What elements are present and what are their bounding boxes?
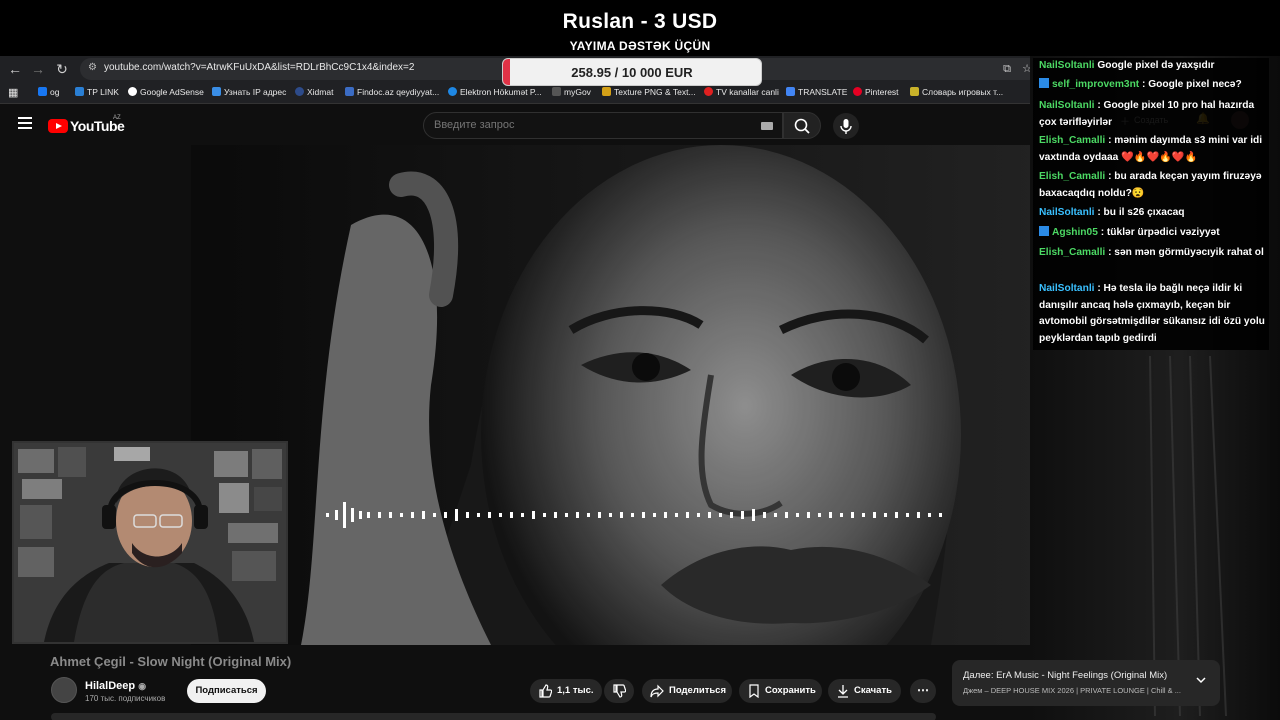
donation-banner: Ruslan - 3 USD YAYIMA DƏSTƏK ÜÇÜN (0, 0, 1280, 56)
thumbs-up-icon (539, 684, 552, 698)
search-button[interactable] (783, 112, 821, 139)
up-next-title: Далее: ErA Music - Night Feelings (Origi… (963, 670, 1168, 681)
bookmark-item[interactable]: Xidmat (295, 87, 333, 97)
bookmark-item[interactable]: Texture PNG & Text... (602, 87, 696, 97)
description-box[interactable] (51, 713, 936, 720)
like-count: 1,1 тыс. (557, 685, 594, 696)
donation-title: Ruslan - 3 USD (562, 10, 718, 33)
donation-goal-text: 258.95 / 10 000 EUR (571, 65, 693, 80)
keyboard-icon[interactable] (761, 122, 773, 130)
bookmark-item[interactable]: Узнать IP адрес (212, 87, 286, 97)
like-button[interactable]: 1,1 тыс. (530, 679, 602, 703)
subscribe-button[interactable]: Подписаться (187, 679, 266, 703)
bookmark-item[interactable]: TRANSLATE (786, 87, 847, 97)
voice-search-button[interactable] (833, 113, 859, 139)
egov-icon (448, 87, 457, 96)
facebook-icon (38, 87, 47, 96)
bookmark-item[interactable]: Google AdSense (128, 87, 204, 97)
chat-message: NailSoltanli : bu il s26 çıxacaq (1039, 207, 1185, 218)
google-icon (128, 87, 137, 96)
subscriber-count: 170 тыс. подписчиков (85, 694, 166, 703)
dislike-button[interactable] (604, 679, 634, 703)
badge-icon (1039, 78, 1049, 88)
badge-icon (1039, 226, 1049, 236)
more-options-icon[interactable]: ⋯ (910, 679, 936, 703)
audio-waveform (326, 502, 942, 528)
save-button[interactable]: Сохранить (739, 679, 822, 703)
xidmat-icon (295, 87, 304, 96)
search-icon (794, 118, 810, 134)
bookmark-item[interactable]: myGov (552, 87, 591, 97)
chevron-down-icon[interactable] (1195, 674, 1207, 686)
translate-icon (786, 87, 795, 96)
pinterest-icon (853, 87, 862, 96)
country-code: AZ (113, 115, 121, 121)
apps-grid-icon[interactable]: ▦ (8, 86, 18, 99)
bookmark-item[interactable]: og (38, 87, 59, 97)
chat-message: NailSoltanli : Hə tesla ilə bağlı neçə i… (1039, 283, 1265, 344)
findoc-icon (345, 87, 354, 96)
download-button[interactable]: Скачать (828, 679, 901, 703)
youtube-play-icon (48, 119, 68, 133)
channel-avatar[interactable] (51, 677, 77, 703)
chat-message: NailSoltanli Google pixel də yaxşıdır (1039, 60, 1215, 71)
save-bookmark-icon (749, 684, 759, 698)
search-input[interactable] (434, 119, 734, 131)
screen: Ruslan - 3 USD YAYIMA DƏSTƏK ÜÇÜN ← → ↻ … (0, 0, 1280, 720)
chat-message: Elish_Camalli : bu arada keçən yayım fir… (1039, 171, 1262, 199)
chat-message: Elish_Camalli : mənim dayımda s3 mini va… (1039, 135, 1263, 163)
tv-icon (704, 87, 713, 96)
webcam-overlay (12, 441, 288, 644)
chat-message: Agshin05 : tüklər ürpədici vəziyyət (1039, 225, 1265, 242)
back-arrow-icon[interactable]: ← (6, 60, 24, 78)
reload-icon[interactable]: ↻ (53, 60, 71, 78)
thumbs-down-icon (613, 684, 626, 698)
bookmark-item[interactable]: TV kanallar canli (704, 87, 779, 97)
hamburger-menu-icon[interactable] (18, 117, 32, 129)
donation-goal-bar: 258.95 / 10 000 EUR (502, 58, 762, 86)
search-box[interactable] (423, 112, 783, 139)
tplink-icon (75, 87, 84, 96)
channel-name[interactable]: HilalDeep ◉ (85, 680, 146, 692)
donation-subtitle: YAYIMA DƏSTƏK ÜÇÜN (569, 39, 711, 53)
video-frame-portrait (191, 145, 1079, 645)
up-next-subtitle: Джем – DEEP HOUSE MIX 2026 | PRIVATE LOU… (963, 686, 1181, 695)
bookmark-item[interactable]: TP LINK (75, 87, 119, 97)
verified-icon: ◉ (138, 681, 147, 691)
video-player[interactable] (191, 145, 1079, 645)
forward-arrow-icon[interactable]: → (29, 60, 47, 78)
share-label: Поделиться (669, 685, 727, 696)
share-button[interactable]: Поделиться (642, 679, 732, 703)
video-title: Ahmet Çegil - Slow Night (Original Mix) (50, 654, 292, 669)
bookmark-item[interactable]: Findoc.az qeydiyyat... (345, 87, 439, 97)
up-next-card[interactable]: Далее: ErA Music - Night Feelings (Origi… (952, 660, 1220, 706)
bookmark-item[interactable]: Elektron Hökumət P... (448, 87, 542, 97)
ip-icon (212, 87, 221, 96)
download-label: Скачать (854, 685, 892, 696)
chat-message: Elish_Camalli : sən mən görmüyəcıyik rah… (1039, 247, 1264, 258)
share-icon (650, 684, 664, 698)
stream-chat: NailSoltanli Google pixel də yaxşıdır se… (1033, 58, 1269, 350)
install-icon[interactable]: ⧉ (998, 60, 1016, 78)
chat-message: NailSoltanli : Google pixel 10 pro hal h… (1039, 100, 1255, 128)
url-text[interactable]: youtube.com/watch?v=AtrwKFuUxDA&list=RDL… (104, 62, 414, 73)
download-icon (838, 685, 848, 698)
microphone-icon (840, 119, 852, 134)
site-info-icon[interactable]: ⚙ (88, 63, 98, 73)
dictionary-icon (910, 87, 919, 96)
bookmark-item[interactable]: Pinterest (853, 87, 899, 97)
mygov-icon (552, 87, 561, 96)
save-label: Сохранить (765, 685, 816, 696)
chat-message: self_improvem3nt : Google pixel necə? (1039, 77, 1265, 94)
streamer-webcam-image (14, 443, 286, 642)
bookmark-item[interactable]: Словарь игровых т... (910, 87, 1003, 97)
texture-icon (602, 87, 611, 96)
